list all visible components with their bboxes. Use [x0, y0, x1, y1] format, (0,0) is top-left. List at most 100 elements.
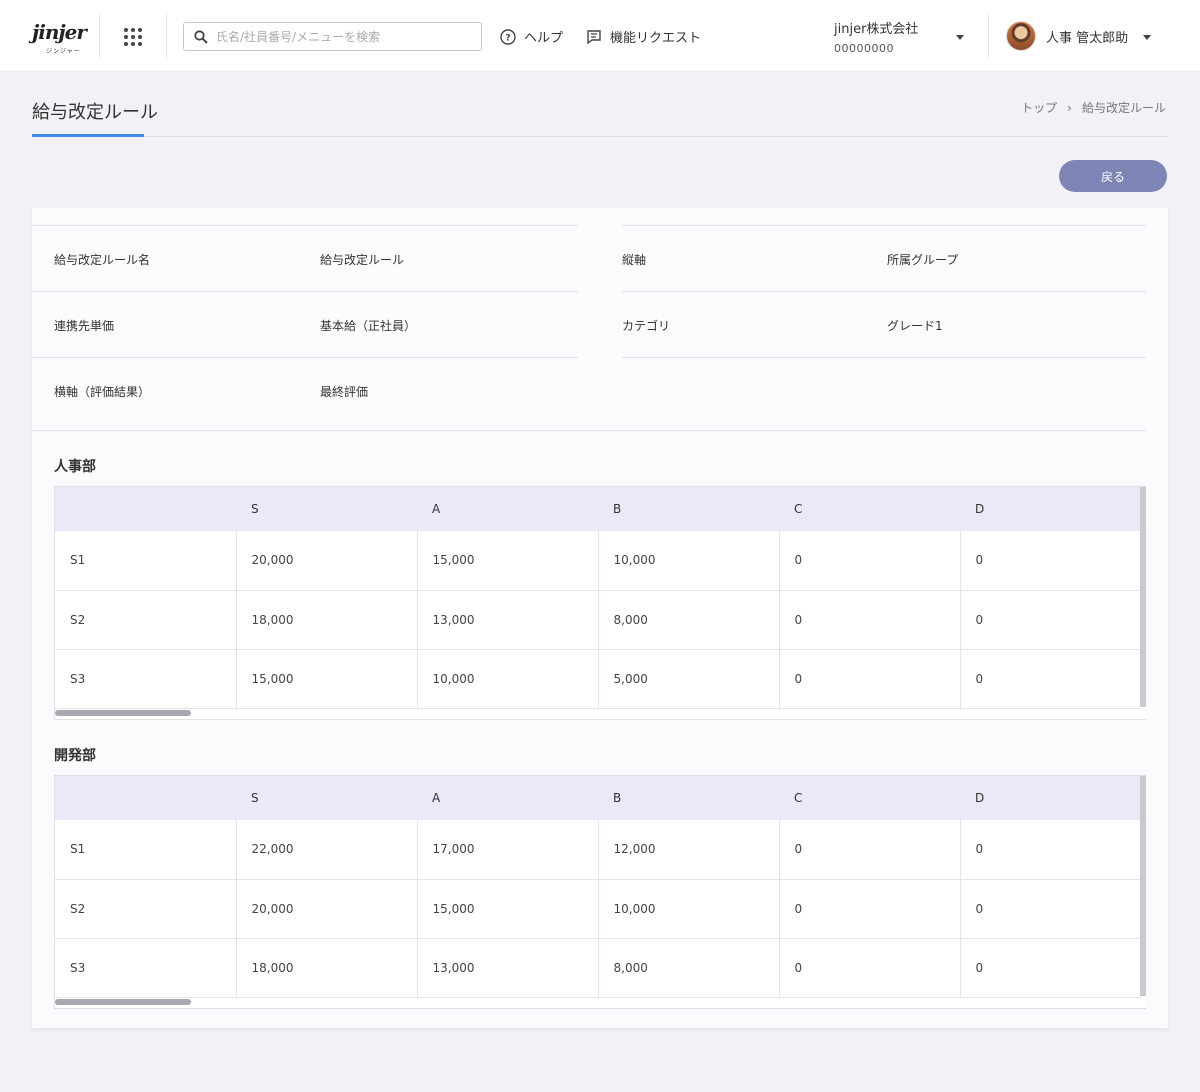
- salary-table: S A B C D S1 20,000 15,000 10,000 0 0 S2: [54, 486, 1146, 720]
- column-header: B: [613, 791, 622, 805]
- table-row: S3 15,000 10,000 5,000 0 0: [55, 649, 1141, 709]
- table-cell: 8,000: [597, 590, 779, 650]
- divider: [622, 225, 1146, 226]
- column-header: A: [432, 791, 441, 805]
- row-label: S2: [55, 590, 236, 650]
- row-label: S2: [55, 879, 236, 939]
- table-cell: 13,000: [416, 938, 598, 998]
- table-cell: 0: [778, 938, 960, 998]
- salary-matrix: S A B C D S1 20,000 15,000 10,000 0 0 S2: [55, 487, 1141, 709]
- svg-text:?: ?: [505, 33, 510, 43]
- back-button[interactable]: 戻る: [1059, 160, 1167, 192]
- feature-request-link[interactable]: 機能リクエスト: [586, 27, 701, 46]
- breadcrumb-current: 給与改定ルール: [1081, 101, 1166, 115]
- info-value: 給与改定ルール: [320, 253, 405, 267]
- vertical-scrollbar[interactable]: [1140, 487, 1146, 707]
- table-cell: 15,000: [235, 649, 417, 709]
- user-menu[interactable]: 人事 管太郎助: [1006, 21, 1128, 51]
- feature-request-label: 機能リクエスト: [610, 31, 702, 46]
- info-value: グレード1: [887, 319, 943, 333]
- info-label: 給与改定ルール名: [54, 253, 151, 267]
- table-cell: 0: [778, 879, 960, 939]
- column-header: D: [975, 791, 985, 805]
- section-title: 開発部: [54, 748, 96, 764]
- header-divider: [166, 14, 167, 58]
- chevron-down-icon[interactable]: [956, 35, 964, 40]
- table-cell: 22,000: [235, 820, 417, 880]
- app-header: jinjer ジンジャー ? ヘルプ 機能リクエスト jinjer株式会社 00…: [0, 0, 1200, 72]
- table-cell: 10,000: [597, 531, 779, 591]
- jinjer-logo[interactable]: jinjer ジンジャー: [32, 20, 87, 55]
- table-row: S3 18,000 13,000 8,000 0 0: [55, 938, 1141, 998]
- vertical-scrollbar[interactable]: [1140, 776, 1146, 996]
- breadcrumb-top[interactable]: トップ: [1021, 99, 1057, 116]
- table-cell: 5,000: [597, 649, 779, 709]
- avatar: [1006, 21, 1036, 51]
- table-cell: 12,000: [597, 820, 779, 880]
- column-header: [55, 487, 236, 531]
- user-name: 人事 管太郎助: [1046, 30, 1129, 46]
- search-input[interactable]: [216, 29, 456, 44]
- table-cell: 8,000: [597, 938, 779, 998]
- scrollbar-thumb[interactable]: [55, 999, 191, 1005]
- help-icon: ?: [500, 28, 516, 45]
- divider: [622, 291, 1146, 292]
- table-cell: 15,000: [416, 879, 598, 939]
- title-underline: [32, 134, 144, 137]
- info-label: 連携先単価: [54, 319, 115, 333]
- header-divider: [99, 14, 100, 58]
- table-cell: 0: [959, 879, 1141, 939]
- table-cell: 0: [959, 938, 1141, 998]
- row-label: S3: [55, 938, 236, 998]
- company-name: jinjer株式会社: [834, 22, 919, 37]
- table-cell: 0: [959, 820, 1141, 880]
- column-header: C: [794, 791, 803, 805]
- table-cell: 20,000: [235, 879, 417, 939]
- table-cell: 10,000: [597, 879, 779, 939]
- row-label: S1: [55, 820, 236, 880]
- salary-table: S A B C D S1 22,000 17,000 12,000 0 0 S2: [54, 775, 1146, 1009]
- scrollbar-thumb[interactable]: [55, 710, 191, 716]
- table-cell: 18,000: [235, 938, 417, 998]
- feedback-icon: [587, 29, 601, 44]
- breadcrumb: トップ › 給与改定ルール: [1021, 99, 1166, 116]
- column-header: B: [613, 502, 622, 516]
- table-cell: 17,000: [416, 820, 598, 880]
- row-label: S3: [55, 649, 236, 709]
- search-box[interactable]: [183, 22, 482, 51]
- info-value: 基本給（正社員）: [320, 319, 417, 333]
- table-cell: 0: [959, 590, 1141, 650]
- info-value: 所属グループ: [887, 253, 959, 267]
- rule-detail-card: 給与改定ルール名 給与改定ルール 連携先単価 基本給（正社員） 横軸（評価結果）…: [32, 208, 1168, 1028]
- logo-subtext: ジンジャー: [46, 48, 81, 55]
- divider: [622, 357, 1146, 358]
- chevron-down-icon[interactable]: [1143, 35, 1151, 40]
- column-header: C: [794, 502, 803, 516]
- title-divider: [32, 136, 1168, 137]
- table-cell: 0: [778, 649, 960, 709]
- table-cell: 18,000: [235, 590, 417, 650]
- table-cell: 10,000: [416, 649, 598, 709]
- divider: [32, 357, 578, 358]
- table-row: S1 22,000 17,000 12,000 0 0: [55, 820, 1141, 880]
- chevron-right-icon: ›: [1067, 100, 1072, 115]
- logo-text: jinjer: [32, 20, 87, 44]
- help-link[interactable]: ? ヘルプ: [500, 27, 563, 46]
- table-row: S2 18,000 13,000 8,000 0 0: [55, 590, 1141, 650]
- salary-matrix: S A B C D S1 22,000 17,000 12,000 0 0 S2: [55, 776, 1141, 998]
- table-cell: 0: [778, 820, 960, 880]
- table-header-row: S A B C D: [55, 776, 1141, 820]
- row-label: S1: [55, 531, 236, 591]
- app-launcher-icon[interactable]: [122, 26, 144, 48]
- table-cell: 0: [778, 590, 960, 650]
- company-switcher[interactable]: jinjer株式会社 00000000: [834, 18, 918, 55]
- horizontal-scrollbar[interactable]: [55, 995, 1141, 1009]
- page-title: 給与改定ルール: [32, 102, 158, 123]
- table-cell: 0: [778, 531, 960, 591]
- horizontal-scrollbar[interactable]: [55, 706, 1141, 720]
- table-cell: 13,000: [416, 590, 598, 650]
- table-cell: 0: [959, 531, 1141, 591]
- divider: [32, 225, 578, 226]
- column-header: D: [975, 502, 985, 516]
- company-id: 00000000: [834, 42, 894, 55]
